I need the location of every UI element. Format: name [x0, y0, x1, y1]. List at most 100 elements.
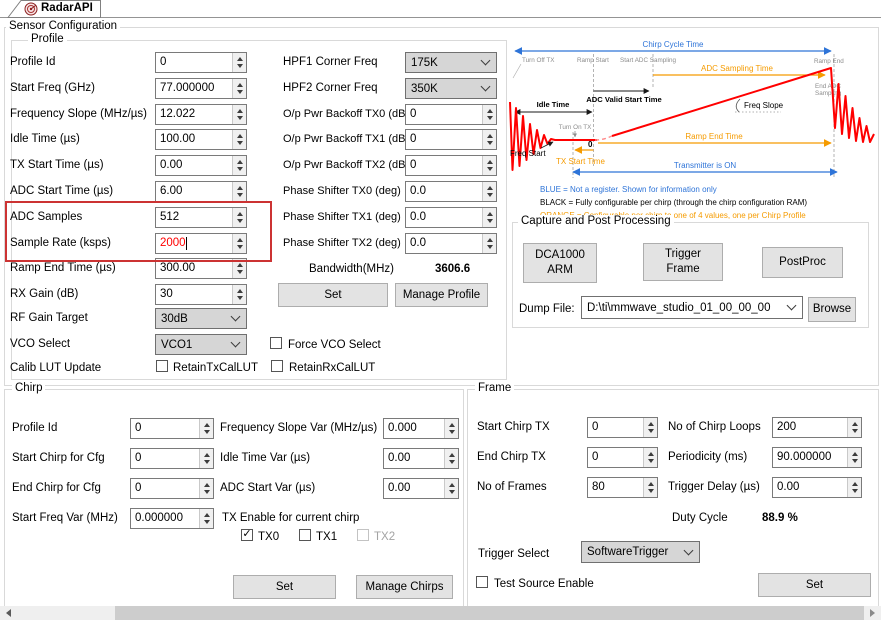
- spin-down-icon[interactable]: [203, 430, 210, 435]
- spin-up-icon[interactable]: [203, 452, 210, 457]
- horizontal-scrollbar[interactable]: [0, 606, 881, 620]
- chirp-set-button[interactable]: Set: [233, 575, 336, 599]
- sample-rate-value[interactable]: 2000: [156, 234, 232, 253]
- spinner[interactable]: [482, 182, 496, 201]
- spin-down-icon[interactable]: [851, 429, 858, 434]
- spin-down-icon[interactable]: [448, 490, 455, 495]
- no-of-chirp-loops-value[interactable]: 200: [773, 418, 847, 437]
- spin-up-icon[interactable]: [448, 422, 455, 427]
- spin-up-icon[interactable]: [236, 211, 243, 216]
- start-freq-var-input[interactable]: 0.000000: [130, 508, 214, 529]
- scrollbar-thumb[interactable]: [115, 606, 864, 620]
- spin-up-icon[interactable]: [486, 237, 493, 242]
- start-freq-input[interactable]: 77.000000: [155, 78, 247, 99]
- spinner[interactable]: [199, 479, 213, 498]
- profile-set-button[interactable]: Set: [278, 283, 388, 307]
- idle-time-input[interactable]: 100.00: [155, 129, 247, 150]
- phase-shifter-tx1-value[interactable]: 0.0: [406, 208, 482, 227]
- retain-tx-cal-lut-checkbox[interactable]: [156, 360, 168, 372]
- chirp-profile-id-input[interactable]: 0: [130, 418, 214, 439]
- force-vco-select-checkbox[interactable]: [270, 337, 282, 349]
- spinner[interactable]: [444, 479, 458, 498]
- spin-down-icon[interactable]: [448, 430, 455, 435]
- spin-down-icon[interactable]: [236, 90, 243, 95]
- frequency-slope-input[interactable]: 12.022: [155, 104, 247, 125]
- start-freq-value[interactable]: 77.000000: [156, 79, 232, 98]
- spinner[interactable]: [232, 234, 246, 253]
- spin-up-icon[interactable]: [486, 133, 493, 138]
- spin-up-icon[interactable]: [236, 82, 243, 87]
- spin-up-icon[interactable]: [486, 185, 493, 190]
- spin-down-icon[interactable]: [203, 490, 210, 495]
- spinner[interactable]: [232, 105, 246, 124]
- op-pwr-backoff-tx1-value[interactable]: 0: [406, 130, 482, 149]
- phase-shifter-tx2-input[interactable]: 0.0: [405, 233, 497, 254]
- idle-time-var-input[interactable]: 0.00: [383, 448, 459, 469]
- frame-set-button[interactable]: Set: [758, 573, 871, 597]
- dump-file-select[interactable]: D:\ti\mmwave_studio_01_00_00_00: [581, 296, 803, 319]
- spinner[interactable]: [232, 79, 246, 98]
- scroll-left-button[interactable]: [0, 606, 17, 620]
- spin-up-icon[interactable]: [647, 421, 654, 426]
- spin-up-icon[interactable]: [236, 185, 243, 190]
- scroll-right-button[interactable]: [864, 606, 881, 620]
- test-source-enable-checkbox[interactable]: [476, 576, 488, 588]
- spinner[interactable]: [847, 448, 861, 467]
- ramp-end-time-value[interactable]: 300.00: [156, 259, 232, 278]
- phase-shifter-tx0-input[interactable]: 0.0: [405, 181, 497, 202]
- manage-chirps-button[interactable]: Manage Chirps: [356, 575, 453, 599]
- trigger-select-select[interactable]: SoftwareTrigger: [581, 541, 700, 563]
- spinner[interactable]: [232, 156, 246, 175]
- frequency-slope-var-value[interactable]: 0.000: [384, 419, 444, 438]
- spin-up-icon[interactable]: [236, 288, 243, 293]
- spin-down-icon[interactable]: [236, 116, 243, 121]
- rx-gain-input[interactable]: 30: [155, 284, 247, 305]
- spinner[interactable]: [232, 182, 246, 201]
- spin-down-icon[interactable]: [236, 141, 243, 146]
- phase-shifter-tx0-value[interactable]: 0.0: [406, 182, 482, 201]
- spinner[interactable]: [643, 418, 657, 437]
- spinner[interactable]: [482, 130, 496, 149]
- spinner[interactable]: [847, 418, 861, 437]
- trigger-delay-value[interactable]: 0.00: [773, 478, 847, 497]
- spinner[interactable]: [482, 234, 496, 253]
- phase-shifter-tx1-input[interactable]: 0.0: [405, 207, 497, 228]
- spin-up-icon[interactable]: [236, 133, 243, 138]
- adc-start-var-input[interactable]: 0.00: [383, 478, 459, 499]
- periodicity-value[interactable]: 90.000000: [773, 448, 847, 467]
- spin-down-icon[interactable]: [236, 219, 243, 224]
- tx0-checkbox[interactable]: ✓: [241, 529, 253, 541]
- spin-down-icon[interactable]: [851, 489, 858, 494]
- spin-down-icon[interactable]: [851, 459, 858, 464]
- end-chirp-for-cfg-input[interactable]: 0: [130, 478, 214, 499]
- spin-up-icon[interactable]: [647, 451, 654, 456]
- op-pwr-backoff-tx0-value[interactable]: 0: [406, 105, 482, 124]
- no-of-frames-value[interactable]: 80: [588, 478, 643, 497]
- start-chirp-for-cfg-value[interactable]: 0: [131, 449, 199, 468]
- idle-time-var-value[interactable]: 0.00: [384, 449, 444, 468]
- spinner[interactable]: [199, 449, 213, 468]
- spin-up-icon[interactable]: [203, 422, 210, 427]
- spin-down-icon[interactable]: [486, 167, 493, 172]
- tx1-checkbox[interactable]: [299, 529, 311, 541]
- spinner[interactable]: [643, 448, 657, 467]
- spinner[interactable]: [232, 208, 246, 227]
- no-of-frames-input[interactable]: 80: [587, 477, 658, 498]
- spinner[interactable]: [232, 130, 246, 149]
- spin-up-icon[interactable]: [486, 159, 493, 164]
- spinner[interactable]: [482, 156, 496, 175]
- spin-up-icon[interactable]: [236, 237, 243, 242]
- op-pwr-backoff-tx1-input[interactable]: 0: [405, 129, 497, 150]
- spin-down-icon[interactable]: [486, 245, 493, 250]
- tx-start-time-value[interactable]: 0.00: [156, 156, 232, 175]
- spinner[interactable]: [199, 419, 213, 438]
- spinner[interactable]: [232, 53, 246, 72]
- profile-id-value[interactable]: 0: [156, 53, 232, 72]
- spin-up-icon[interactable]: [203, 512, 210, 517]
- spin-up-icon[interactable]: [448, 482, 455, 487]
- spin-up-icon[interactable]: [486, 108, 493, 113]
- spinner[interactable]: [444, 449, 458, 468]
- periodicity-input[interactable]: 90.000000: [772, 447, 862, 468]
- spin-down-icon[interactable]: [647, 429, 654, 434]
- spin-down-icon[interactable]: [236, 296, 243, 301]
